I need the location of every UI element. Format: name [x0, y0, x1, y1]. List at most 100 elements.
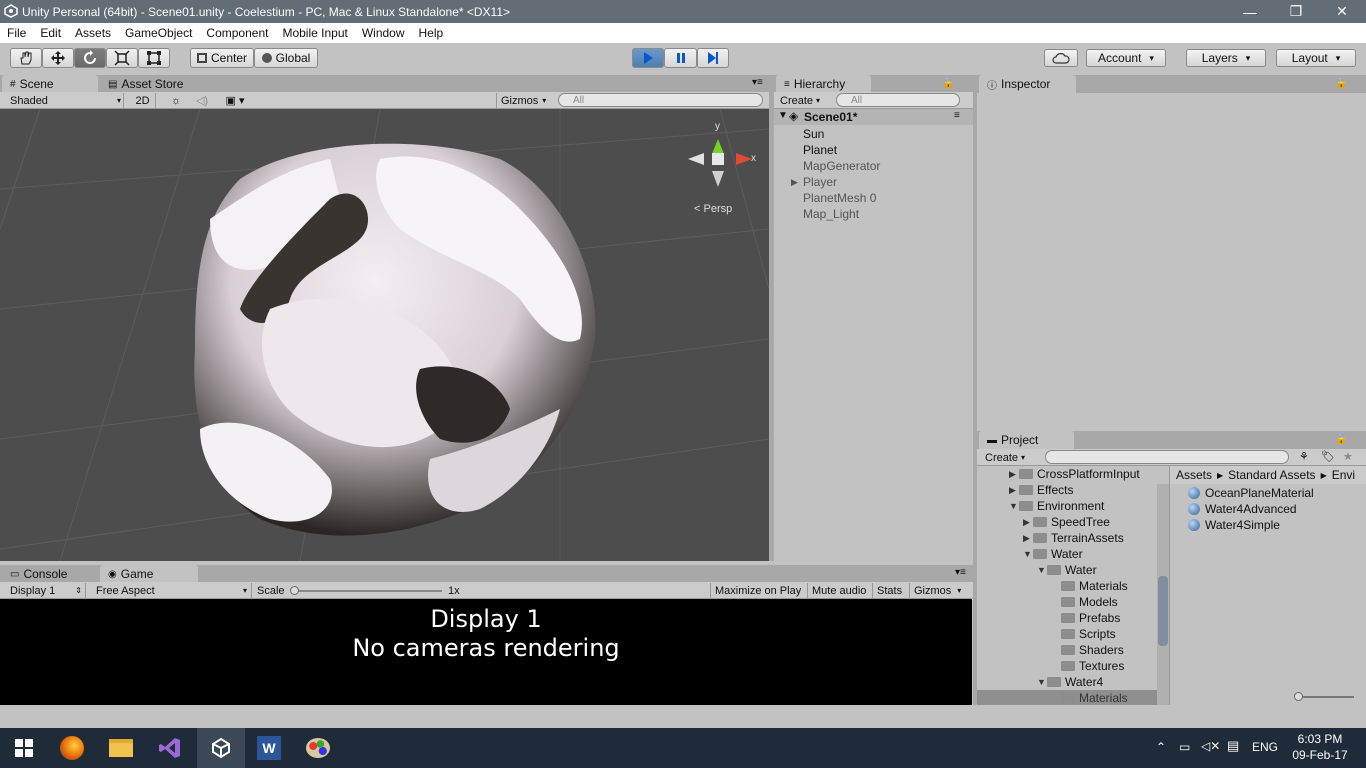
close-button[interactable]: ✕ [1319, 0, 1365, 23]
favorite-star-icon[interactable]: ★ [1343, 450, 1353, 463]
filter-type-icon[interactable]: ⚘ [1299, 450, 1309, 463]
tree-item[interactable]: ▼ Water [1037, 563, 1097, 577]
menu-file[interactable]: File [0, 26, 33, 40]
tab-game[interactable]: ◉ Game [100, 565, 198, 583]
scene-gizmo[interactable] [688, 139, 752, 187]
breadcrumb-assets[interactable]: Assets [1176, 468, 1212, 482]
layout-dropdown[interactable]: Layout [1276, 49, 1356, 67]
taskbar-firefox[interactable] [48, 728, 96, 768]
expanded-arrow-icon[interactable]: ▼ [778, 110, 788, 121]
scrollbar-thumb[interactable] [1158, 576, 1168, 646]
tree-item[interactable]: Shaders [1061, 643, 1124, 657]
hierarchy-create-dropdown[interactable]: Create ▾ [780, 93, 830, 108]
step-button[interactable] [697, 48, 729, 68]
breadcrumb-environment[interactable]: Envi [1332, 468, 1355, 482]
hand-tool-button[interactable] [10, 48, 42, 68]
scene-viewport[interactable]: y x < Persp [0, 109, 769, 561]
icon-size-slider[interactable] [1298, 696, 1354, 698]
hierarchy-item-mapgenerator[interactable]: MapGenerator [803, 159, 880, 173]
scale-tool-button[interactable] [106, 48, 138, 68]
scene-menu-icon[interactable]: ≡ [954, 110, 960, 121]
menu-mobile-input[interactable]: Mobile Input [275, 26, 354, 40]
taskbar-file-explorer[interactable] [97, 728, 145, 768]
tree-item[interactable]: ▶ CrossPlatformInput [1009, 467, 1140, 481]
space-global-toggle[interactable]: Global [254, 48, 318, 68]
asset-item[interactable]: Water4Advanced [1188, 502, 1297, 516]
breadcrumb-standard-assets[interactable]: Standard Assets [1228, 468, 1315, 482]
tree-item[interactable]: Prefabs [1061, 611, 1120, 625]
collapsed-arrow-icon[interactable]: ▶ [791, 177, 798, 188]
tree-item[interactable]: ▶ TerrainAssets [1023, 531, 1124, 545]
menu-help[interactable]: Help [412, 26, 451, 40]
system-clock[interactable]: 6:03 PM 09-Feb-17 [1290, 731, 1350, 763]
account-dropdown[interactable]: Account [1086, 49, 1166, 67]
scene-search-input[interactable]: All [558, 93, 763, 107]
stats-toggle[interactable]: Stats [872, 583, 906, 598]
restore-button[interactable]: ❐ [1273, 0, 1319, 23]
scale-slider[interactable] [294, 590, 442, 592]
lock-icon[interactable]: 🔒 [942, 78, 954, 89]
move-tool-button[interactable] [42, 48, 74, 68]
menu-edit[interactable]: Edit [33, 26, 68, 40]
rect-tool-button[interactable] [138, 48, 170, 68]
minimize-button[interactable]: — [1227, 0, 1273, 23]
tab-console[interactable]: ▭ Console [2, 565, 98, 583]
hierarchy-item-map-light[interactable]: Map_Light [803, 207, 859, 221]
shading-mode-dropdown[interactable]: Shaded ▾ [4, 93, 124, 108]
2d-toggle[interactable]: 2D [130, 93, 156, 108]
asset-item[interactable]: Water4Simple [1188, 518, 1280, 532]
taskbar-word[interactable]: W [245, 728, 293, 768]
project-search-input[interactable] [1045, 450, 1289, 464]
action-center-icon[interactable]: ▤ [1227, 738, 1239, 754]
filter-label-icon[interactable]: 🏷 [1321, 450, 1335, 463]
battery-icon[interactable]: ▭ [1179, 740, 1190, 754]
aspect-dropdown[interactable]: Free Aspect ▾ [92, 583, 252, 598]
tree-item-selected[interactable]: Materials [977, 690, 1157, 705]
language-indicator[interactable]: ENG [1252, 740, 1278, 754]
tab-project[interactable]: ▬ Project [979, 431, 1074, 449]
maximize-on-play-toggle[interactable]: Maximize on Play [710, 583, 805, 598]
projection-toggle[interactable]: < Persp [694, 203, 732, 215]
tree-item[interactable]: ▶ SpeedTree [1023, 515, 1110, 529]
pivot-center-toggle[interactable]: Center [190, 48, 254, 68]
lock-icon[interactable]: 🔒 [1335, 434, 1347, 445]
game-gizmos-dropdown[interactable]: Gizmos ▾ [909, 583, 969, 598]
tree-item[interactable]: ▼ Water [1023, 547, 1083, 561]
scale-slider-thumb[interactable] [290, 586, 299, 595]
rotate-tool-button[interactable] [74, 48, 106, 68]
hierarchy-search-input[interactable]: All [836, 93, 960, 107]
game-viewport[interactable]: Display 1 No cameras rendering [0, 599, 972, 705]
lock-icon[interactable]: 🔒 [1335, 78, 1347, 89]
tab-scene[interactable]: # Scene [2, 75, 98, 93]
tray-overflow-icon[interactable]: ⌃ [1156, 740, 1166, 754]
tab-asset-store[interactable]: ▤ Asset Store [100, 75, 200, 93]
tree-item[interactable]: Scripts [1061, 627, 1116, 641]
gizmos-dropdown[interactable]: Gizmos ▾ [496, 93, 550, 108]
volume-muted-icon[interactable]: ◁✕ [1201, 739, 1220, 753]
hierarchy-item-planetmesh[interactable]: PlanetMesh 0 [803, 191, 876, 205]
menu-component[interactable]: Component [199, 26, 275, 40]
icon-size-slider-thumb[interactable] [1294, 692, 1303, 701]
audio-toggle[interactable]: ◁) [192, 93, 212, 108]
scene-header-row[interactable]: ▼ ◈ Scene01* ≡ [774, 109, 973, 125]
panel-menu-icon[interactable]: ▾≡ [752, 77, 763, 88]
asset-item[interactable]: OceanPlaneMaterial [1188, 486, 1314, 500]
tree-item[interactable]: Textures [1061, 659, 1124, 673]
tree-item[interactable]: ▶ Effects [1009, 483, 1073, 497]
display-dropdown[interactable]: Display 1 ⇕ [4, 583, 86, 598]
lighting-toggle[interactable]: ☼ [166, 93, 186, 108]
tree-scrollbar[interactable] [1157, 484, 1169, 705]
panel-menu-icon[interactable]: ▾≡ [955, 567, 966, 578]
tree-item[interactable]: ▼ Water4 [1037, 675, 1103, 689]
hierarchy-item-player[interactable]: Player [803, 175, 837, 189]
tab-hierarchy[interactable]: ≡ Hierarchy [776, 75, 871, 93]
tree-item[interactable]: Models [1061, 595, 1118, 609]
project-create-dropdown[interactable]: Create ▾ [985, 450, 1035, 465]
menu-gameobject[interactable]: GameObject [118, 26, 199, 40]
taskbar-paint[interactable] [294, 728, 342, 768]
tree-item[interactable]: Materials [1061, 579, 1128, 593]
menu-window[interactable]: Window [355, 26, 412, 40]
mute-audio-toggle[interactable]: Mute audio [807, 583, 870, 598]
tree-item[interactable]: ▼ Environment [1009, 499, 1104, 513]
start-button[interactable] [0, 728, 48, 768]
